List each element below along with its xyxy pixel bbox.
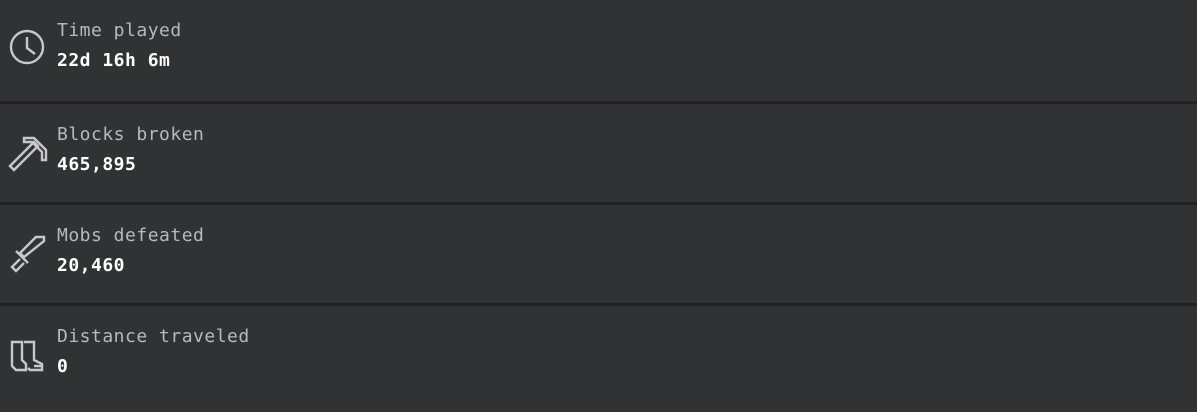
stat-row-mobs-defeated: Mobs defeated 20,460 <box>0 202 1197 303</box>
stat-value: 20,460 <box>57 255 126 276</box>
stat-value: 22d 16h 6m <box>57 50 171 71</box>
boots-icon <box>8 334 48 374</box>
pickaxe-icon <box>8 132 48 172</box>
stat-value: 0 <box>57 356 69 377</box>
clock-icon <box>8 26 48 66</box>
stat-row-time-played: Time played 22d 16h 6m <box>0 0 1197 101</box>
sword-icon <box>8 233 48 273</box>
stat-value: 465,895 <box>57 154 137 175</box>
stat-label: Distance traveled <box>57 326 250 347</box>
stat-row-blocks-broken: Blocks broken 465,895 <box>0 101 1197 202</box>
stat-label: Mobs defeated <box>57 225 205 246</box>
statistics-list: Time played 22d 16h 6m Blocks broken 465… <box>0 0 1197 412</box>
stat-label: Time played <box>57 20 182 41</box>
stat-label: Blocks broken <box>57 124 205 145</box>
stat-row-distance-traveled: Distance traveled 0 <box>0 303 1197 412</box>
